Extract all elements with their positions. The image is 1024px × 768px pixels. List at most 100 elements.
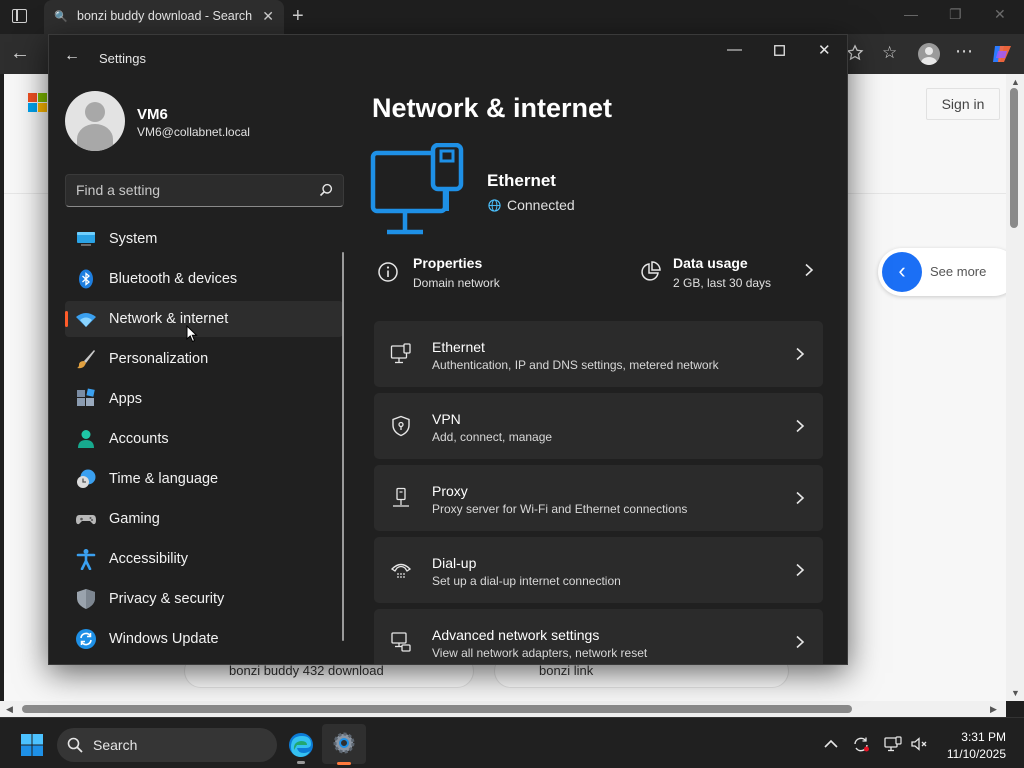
scroll-up-icon[interactable]: ▲ [1011, 77, 1020, 87]
sidebar-item-label: Personalization [109, 351, 209, 367]
sidebar-item-gaming[interactable]: Gaming [65, 501, 343, 537]
ethernet-device-icon [370, 143, 464, 235]
close-icon[interactable]: ✕ [818, 41, 831, 59]
sign-in-button[interactable]: Sign in [926, 88, 1000, 120]
new-tab-button[interactable]: + [292, 5, 304, 28]
back-arrow-icon[interactable]: ← [64, 47, 80, 65]
apps-icon [77, 388, 95, 406]
sidebar-item-privacy-security[interactable]: Privacy & security [65, 581, 343, 617]
sidebar-item-windows-update[interactable]: Windows Update [65, 621, 343, 657]
see-more-label: See more [930, 264, 987, 279]
chevron-left-icon: ‹ [882, 252, 922, 292]
find-setting-field[interactable] [65, 174, 344, 207]
sidebar-item-bluetooth[interactable]: Bluetooth & devices [65, 261, 343, 297]
data-usage-link[interactable]: Data usage 2 GB, last 30 days [637, 253, 827, 297]
vpn-card[interactable]: VPN Add, connect, manage [374, 393, 823, 459]
browser-back-icon[interactable]: ← [10, 42, 30, 65]
scrollbar-thumb[interactable] [1010, 88, 1018, 228]
sidebar-item-accounts[interactable]: Accounts [65, 421, 343, 457]
edge-browser-icon[interactable] [288, 732, 314, 758]
search-icon [67, 737, 83, 753]
sidebar-item-apps[interactable]: Apps [65, 381, 343, 417]
window-title: Settings [99, 51, 146, 66]
clock-globe-icon [77, 469, 96, 488]
clock-date[interactable]: 11/10/2025 [940, 747, 1006, 761]
advanced-network-settings-card[interactable]: Advanced network settings View all netwo… [374, 609, 823, 664]
sidebar-item-label: Bluetooth & devices [109, 271, 238, 287]
connection-status: Connected [507, 197, 575, 213]
properties-title: Properties [413, 255, 483, 271]
scroll-right-icon[interactable]: ▶ [990, 704, 997, 715]
favorites-icon[interactable]: ☆ [882, 43, 897, 63]
settings-gear-icon [333, 732, 355, 754]
user-email: VM6@collabnet.local [137, 125, 250, 139]
network-status-icon[interactable] [884, 736, 902, 752]
update-icon [76, 629, 96, 649]
browser-tab-active[interactable]: 🔍 bonzi buddy download - Search ✕ [44, 0, 284, 34]
sidebar-item-personalization[interactable]: Personalization [65, 341, 343, 377]
horizontal-scrollbar[interactable]: ◀ ▶ [0, 701, 1006, 717]
proxy-icon [393, 487, 409, 507]
tab-title: bonzi buddy download - Search [77, 9, 253, 23]
scroll-left-icon[interactable]: ◀ [6, 704, 13, 715]
related-search-label: bonzi buddy 432 download [229, 663, 384, 678]
shield-icon [77, 589, 95, 609]
sidebar-scrollbar[interactable] [342, 252, 344, 641]
sync-alert-icon[interactable] [852, 736, 870, 752]
card-title: Ethernet [432, 339, 485, 355]
data-usage-title: Data usage [673, 255, 748, 271]
vertical-scrollbar[interactable]: ▲ ▼ [1006, 74, 1024, 701]
settings-taskbar-button[interactable] [322, 724, 366, 764]
chevron-right-icon [796, 347, 805, 361]
see-more-button[interactable]: ‹ See more [878, 248, 1006, 296]
favorite-star-icon[interactable] [846, 44, 864, 62]
search-icon[interactable] [319, 183, 333, 197]
avatar[interactable] [65, 91, 125, 151]
gamepad-icon [76, 515, 96, 525]
sidebar-item-system[interactable]: System [65, 221, 343, 257]
profile-avatar-icon[interactable] [918, 43, 940, 65]
clock-time[interactable]: 3:31 PM [954, 730, 1006, 744]
card-subtitle: Proxy server for Wi-Fi and Ethernet conn… [432, 502, 688, 516]
scrollbar-thumb[interactable] [22, 705, 852, 713]
windows-start-icon[interactable] [20, 733, 44, 757]
browser-minimize-icon[interactable]: — [904, 6, 918, 22]
info-icon [378, 262, 398, 282]
browser-restore-icon[interactable]: ❐ [949, 6, 962, 23]
card-title: Dial-up [432, 555, 477, 571]
volume-muted-icon[interactable] [910, 736, 928, 752]
search-input[interactable] [76, 182, 306, 198]
sidebar-item-label: Apps [109, 391, 143, 407]
dial-up-card[interactable]: Dial-up Set up a dial-up internet connec… [374, 537, 823, 603]
chevron-right-icon [796, 635, 805, 649]
chevron-up-icon[interactable] [822, 736, 840, 752]
proxy-card[interactable]: Proxy Proxy server for Wi-Fi and Etherne… [374, 465, 823, 531]
ethernet-card[interactable]: Ethernet Authentication, IP and DNS sett… [374, 321, 823, 387]
connection-name: Ethernet [487, 171, 556, 190]
active-app-indicator [337, 762, 351, 765]
browser-close-icon[interactable]: ✕ [994, 6, 1006, 23]
bluetooth-icon [79, 269, 93, 289]
scroll-down-icon[interactable]: ▼ [1011, 688, 1020, 698]
card-subtitle: Authentication, IP and DNS settings, met… [432, 358, 719, 372]
sidebar-item-label: Accessibility [109, 551, 188, 567]
card-title: VPN [432, 411, 461, 427]
sidebar-item-network[interactable]: Network & internet [65, 301, 343, 337]
page-title: Network & internet [372, 93, 613, 123]
maximize-icon[interactable] [774, 45, 785, 56]
tab-actions-icon[interactable] [12, 9, 27, 23]
dialup-icon [390, 563, 412, 578]
microsoft-logo[interactable] [28, 93, 47, 112]
close-tab-icon[interactable]: ✕ [262, 8, 274, 25]
minimize-icon[interactable]: — [727, 41, 742, 58]
sidebar-item-label: System [109, 231, 158, 247]
sidebar-item-accessibility[interactable]: Accessibility [65, 541, 343, 577]
properties-link[interactable]: Properties Domain network [377, 253, 627, 297]
properties-subtitle: Domain network [413, 276, 500, 290]
taskbar-search-box[interactable]: Search [57, 728, 277, 762]
more-options-icon[interactable]: ⋯ [955, 41, 974, 62]
sidebar-item-time-language[interactable]: Time & language [65, 461, 343, 497]
ethernet-icon [390, 343, 411, 364]
settings-window: ← Settings — ✕ VM6 VM6@collabnet.local S… [48, 34, 848, 665]
copilot-icon[interactable] [990, 42, 1014, 66]
